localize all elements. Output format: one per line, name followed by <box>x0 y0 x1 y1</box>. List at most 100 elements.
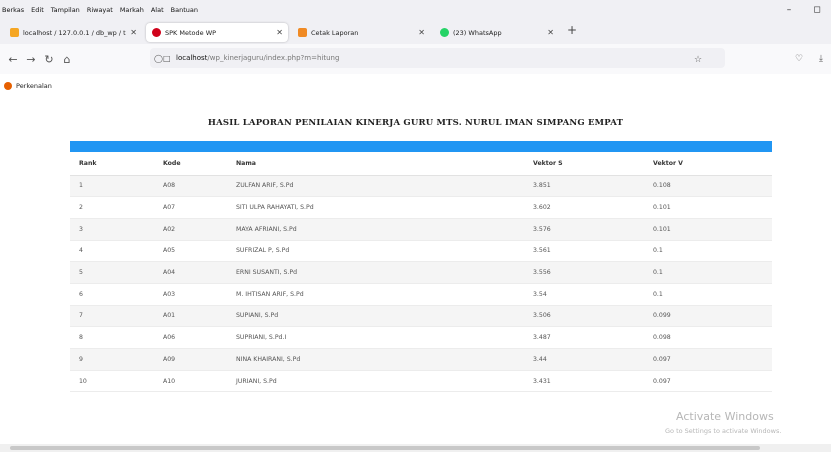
report-table: Rank Kode Nama Vektor S Vektor V 1 A08 ZUL… <box>70 152 772 393</box>
page-title: HASIL LAPORAN PENILAIAN KINERJA GURU MTS… <box>207 118 624 128</box>
cell-kode: A08 <box>154 175 227 198</box>
cell-rank: 1 <box>70 175 154 198</box>
cell-vektor-v: 0.097 <box>644 348 772 371</box>
page-info-icon[interactable]: □ <box>163 54 171 63</box>
tab-cetak-laporan[interactable]: Cetak Laporan ✕ <box>292 23 430 42</box>
url-host: localhost <box>176 54 208 62</box>
table-row: 2 A07 SITI ULPA RAHAYATI, S.Pd 3.602 0.101 <box>70 196 772 219</box>
cell-rank: 7 <box>70 305 154 328</box>
reload-icon[interactable]: ↻ <box>40 53 58 66</box>
cell-rank: 4 <box>70 240 154 263</box>
whatsapp-icon <box>440 28 449 37</box>
cell-rank: 3 <box>70 218 154 241</box>
bookmark-star-icon[interactable]: ☆ <box>694 55 702 65</box>
cell-nama: NINA KHAIRANI, S.Pd <box>227 348 524 371</box>
back-icon[interactable]: ← <box>4 53 22 66</box>
bookmark-perkenalan[interactable]: Perkenalan <box>16 82 52 90</box>
minimize-icon[interactable]: – <box>775 0 803 20</box>
table-row: 10 A10 JURIANI, S.Pd 3.431 0.097 <box>70 370 772 393</box>
url-path: /wp_kinerjaguru/index.php?m=hitung <box>207 54 340 62</box>
cell-vektor-s: 3.576 <box>524 218 644 241</box>
download-icon[interactable]: ⤓ <box>819 54 823 64</box>
cell-nama: SUPRIANI, S.Pd.I <box>227 326 524 349</box>
menu-berkas[interactable]: Berkas <box>2 6 24 14</box>
bookmarks-bar: Perkenalan <box>0 78 52 94</box>
menu-tampilan[interactable]: Tampilan <box>51 6 80 14</box>
tab-label: localhost / 127.0.0.1 / db_wp / t <box>23 28 126 37</box>
cell-nama: ERNI SUSANTI, S.Pd <box>227 261 524 284</box>
cell-vektor-s: 3.506 <box>524 305 644 328</box>
cell-nama: ZULFAN ARIF, S.Pd <box>227 175 524 198</box>
menu-riwayat[interactable]: Riwayat <box>87 6 113 14</box>
tab-label: (23) WhatsApp <box>453 28 502 37</box>
site-icon <box>152 28 161 37</box>
cell-vektor-v: 0.1 <box>644 283 772 306</box>
cell-vektor-v: 0.099 <box>644 305 772 328</box>
home-icon[interactable]: ⌂ <box>58 53 76 66</box>
cell-vektor-v: 0.097 <box>644 370 772 393</box>
tab-label: Cetak Laporan <box>311 28 359 37</box>
menu-bantuan[interactable]: Bantuan <box>171 6 198 14</box>
menu-bar: Berkas Edit Tampilan Riwayat Markah Alat… <box>0 0 831 20</box>
shield-icon[interactable]: ◯ <box>154 54 163 63</box>
forward-icon[interactable]: → <box>22 53 40 66</box>
cell-nama: JURIANI, S.Pd <box>227 370 524 393</box>
tab-spk-metode-wp[interactable]: SPK Metode WP ✕ <box>146 23 288 42</box>
close-icon[interactable]: ✕ <box>547 28 554 37</box>
table-row: 3 A02 MAYA AFRIANI, S.Pd 3.576 0.101 <box>70 218 772 241</box>
toolbar-right: ♡ ⤓ <box>787 54 831 64</box>
cell-vektor-v: 0.1 <box>644 261 772 284</box>
table-row: 4 A05 SUFRIZAL P, S.Pd 3.561 0.1 <box>70 240 772 263</box>
tab-phpmyadmin[interactable]: localhost / 127.0.0.1 / db_wp / t ✕ <box>4 23 142 42</box>
horizontal-scrollbar[interactable] <box>0 444 831 452</box>
pocket-icon[interactable]: ♡ <box>795 54 803 64</box>
cell-vektor-s: 3.487 <box>524 326 644 349</box>
header-nama: Nama <box>227 152 524 176</box>
firefox-icon <box>4 82 12 90</box>
cell-rank: 9 <box>70 348 154 371</box>
menu-markah[interactable]: Markah <box>120 6 144 14</box>
cell-vektor-s: 3.602 <box>524 196 644 219</box>
cell-rank: 8 <box>70 326 154 349</box>
cell-rank: 6 <box>70 283 154 306</box>
cell-kode: A07 <box>154 196 227 219</box>
header-rank: Rank <box>70 152 154 176</box>
menu-alat[interactable]: Alat <box>151 6 164 14</box>
table-row: 5 A04 ERNI SUSANTI, S.Pd 3.556 0.1 <box>70 261 772 284</box>
cell-vektor-v: 0.1 <box>644 240 772 263</box>
cell-kode: A03 <box>154 283 227 306</box>
cell-vektor-s: 3.561 <box>524 240 644 263</box>
cell-kode: A10 <box>154 370 227 393</box>
cell-vektor-v: 0.101 <box>644 218 772 241</box>
cell-kode: A05 <box>154 240 227 263</box>
cell-kode: A09 <box>154 348 227 371</box>
tab-bar: localhost / 127.0.0.1 / db_wp / t ✕ SPK … <box>0 20 831 44</box>
scrollbar-thumb[interactable] <box>10 446 760 450</box>
activation-watermark-subtext: Go to Settings to activate Windows. <box>665 427 782 435</box>
page-icon <box>298 28 307 37</box>
cell-kode: A01 <box>154 305 227 328</box>
new-tab-icon[interactable]: + <box>567 23 577 37</box>
cell-kode: A04 <box>154 261 227 284</box>
cell-kode: A06 <box>154 326 227 349</box>
menu-edit[interactable]: Edit <box>31 6 44 14</box>
cell-vektor-s: 3.556 <box>524 261 644 284</box>
close-icon[interactable]: ✕ <box>130 28 137 37</box>
cell-vektor-s: 3.851 <box>524 175 644 198</box>
maximize-icon[interactable]: ◻ <box>803 0 831 20</box>
window-controls: – ◻ <box>775 0 831 20</box>
header-kode: Kode <box>154 152 227 176</box>
nav-bar: ← → ↻ ⌂ ◯ □ localhost/wp_kinerjaguru/ind… <box>0 44 831 74</box>
cell-nama: SUFRIZAL P, S.Pd <box>227 240 524 263</box>
url-bar[interactable]: ◯ □ localhost/wp_kinerjaguru/index.php?m… <box>150 48 725 68</box>
cell-vektor-s: 3.431 <box>524 370 644 393</box>
table-header-bar <box>70 141 772 152</box>
close-icon[interactable]: ✕ <box>276 28 283 37</box>
table-row: 9 A09 NINA KHAIRANI, S.Pd 3.44 0.097 <box>70 348 772 371</box>
tab-whatsapp[interactable]: (23) WhatsApp ✕ <box>434 23 559 42</box>
cell-nama: SUPIANI, S.Pd <box>227 305 524 328</box>
close-icon[interactable]: ✕ <box>418 28 425 37</box>
cell-vektor-s: 3.54 <box>524 283 644 306</box>
table-header-row: Rank Kode Nama Vektor S Vektor V <box>70 152 772 176</box>
cell-nama: M. IHTISAN ARIF, S.Pd <box>227 283 524 306</box>
